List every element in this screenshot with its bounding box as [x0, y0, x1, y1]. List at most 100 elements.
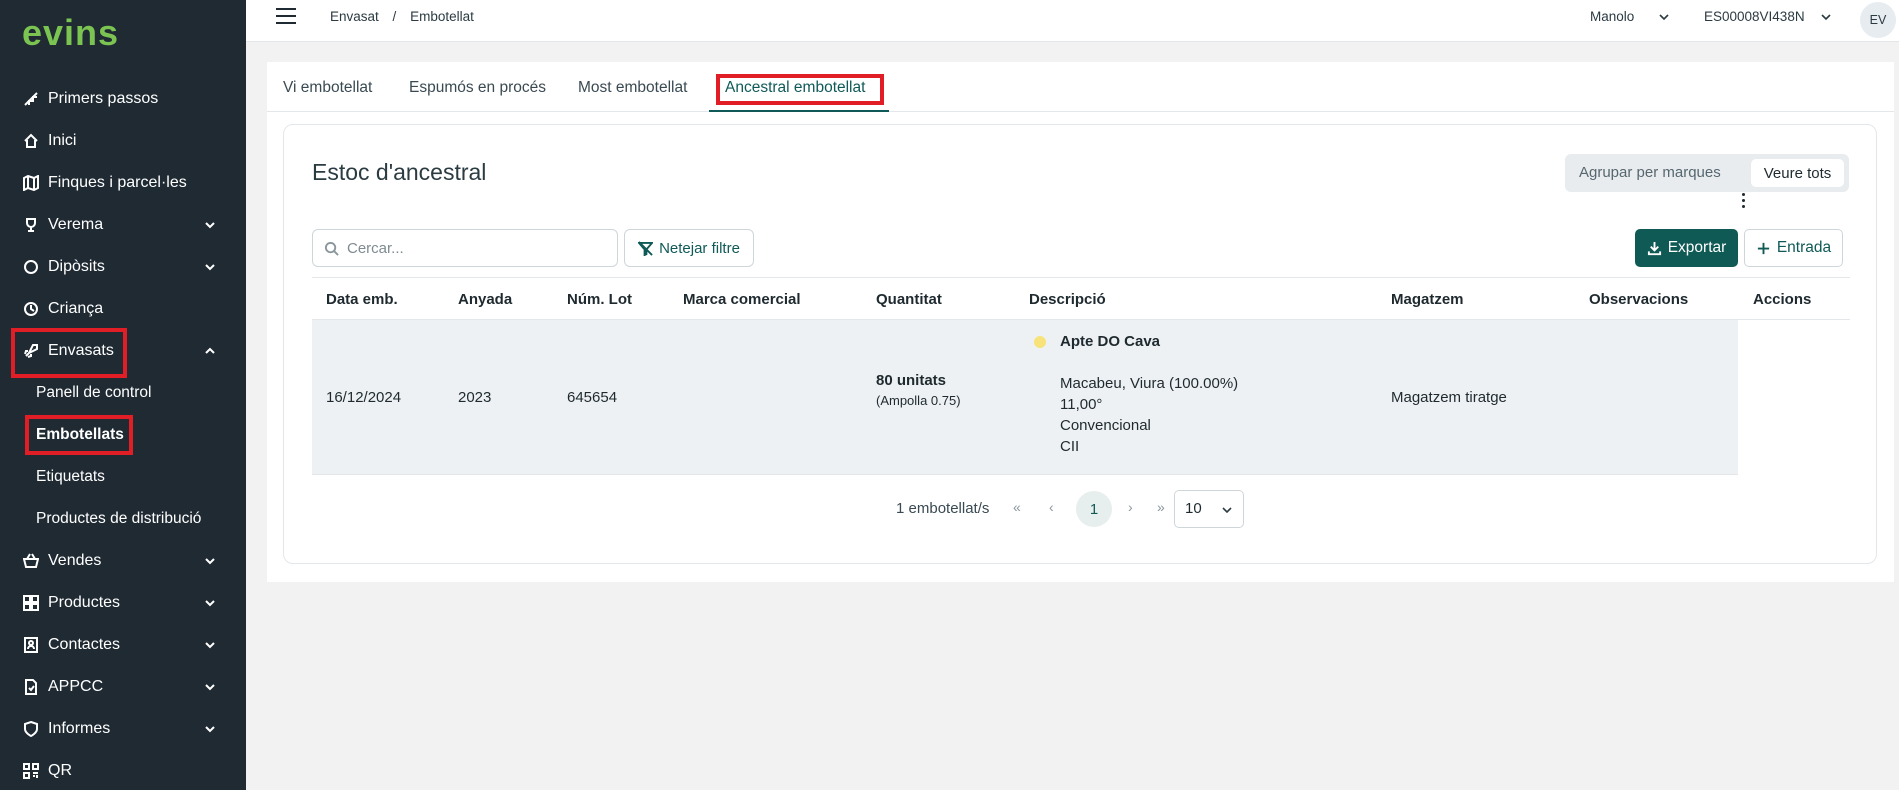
first-page-button[interactable]: «: [1013, 499, 1021, 515]
sidebar-item-productes[interactable]: Productes: [0, 582, 246, 624]
sidebar-item-label: Contactes: [48, 636, 121, 653]
chevron-down-icon[interactable]: [1658, 10, 1670, 28]
column-header-notes[interactable]: Observacions: [1589, 291, 1688, 308]
chevron-down-icon: [204, 260, 216, 272]
last-page-button[interactable]: »: [1157, 499, 1165, 515]
chevron-down-icon: [204, 680, 216, 692]
page-1-button[interactable]: 1: [1076, 491, 1112, 527]
sidebar: evins Primers passos Inici Finques i par…: [0, 0, 246, 790]
row-actions-menu-icon[interactable]: [1742, 193, 1746, 209]
main-card: Vi embotellat Espumós en procés Most emb…: [267, 62, 1894, 582]
active-tab-indicator: [709, 110, 889, 112]
topbar: Envasat / Embotellat Manolo ES00008VI438…: [246, 0, 1899, 42]
prev-page-button[interactable]: ‹: [1049, 499, 1054, 515]
search-field: [312, 229, 618, 267]
export-label: Exportar: [1667, 239, 1727, 256]
sidebar-item-crianca[interactable]: Criança: [0, 288, 246, 330]
next-page-button[interactable]: ›: [1128, 499, 1133, 515]
cell-description-title: Apte DO Cava: [1060, 333, 1161, 350]
highlight-embotellats: [25, 415, 133, 455]
sidebar-item-label: Vendes: [48, 552, 102, 569]
home-icon: [22, 132, 40, 150]
sidebar-item-finques[interactable]: Finques i parcel·les: [0, 162, 246, 204]
page-size-select[interactable]: 10: [1174, 490, 1244, 528]
download-icon: [1647, 241, 1661, 255]
add-entry-button[interactable]: Entrada: [1744, 229, 1843, 267]
grid-icon: [22, 594, 40, 612]
search-input[interactable]: [347, 238, 607, 258]
sidebar-subitem-etiquetats[interactable]: Etiquetats: [0, 456, 246, 498]
toggle-view-all[interactable]: Veure tots: [1751, 159, 1844, 187]
document-icon: [22, 678, 40, 696]
steps-icon: [22, 90, 40, 108]
cell-description-code: CII: [1060, 438, 1080, 455]
column-header-brand[interactable]: Marca comercial: [683, 291, 801, 308]
cell-date: 16/12/2024: [326, 389, 402, 406]
tab-vi-embotellat[interactable]: Vi embotellat: [283, 79, 372, 97]
column-header-year[interactable]: Anyada: [458, 291, 512, 308]
cell-quantity-unit: (Ampolla 0.75): [876, 393, 961, 408]
stock-panel: Estoc d'ancestral Agrupar per marques Ve…: [283, 124, 1877, 564]
table-row[interactable]: 16/12/2024 2023 645654 80 unitats (Ampol…: [312, 320, 1850, 475]
company-code-selector[interactable]: ES00008VI438N: [1704, 9, 1805, 24]
highlight-tab: [716, 74, 884, 105]
chevron-down-icon[interactable]: [1820, 10, 1832, 28]
sidebar-item-label: Dipòsits: [48, 258, 105, 275]
cell-year: 2023: [458, 389, 492, 406]
sidebar-item-primers-passos[interactable]: Primers passos: [0, 78, 246, 120]
sidebar-item-inici[interactable]: Inici: [0, 120, 246, 162]
clock-icon: [22, 300, 40, 318]
sidebar-item-label: Inici: [48, 132, 77, 149]
breadcrumb-item-embotellat: Embotellat: [410, 9, 474, 24]
cell-quantity: 80 unitats: [876, 372, 947, 389]
sidebar-item-contactes[interactable]: Contactes: [0, 624, 246, 666]
sidebar-item-qr[interactable]: QR: [0, 750, 246, 790]
tab-espumos-en-proces[interactable]: Espumós en procés: [409, 79, 546, 97]
sidebar-item-label: Criança: [48, 300, 104, 317]
column-header-description[interactable]: Descripció: [1029, 291, 1106, 308]
table-header: Data emb. Anyada Núm. Lot Marca comercia…: [312, 277, 1850, 320]
sidebar-item-label: QR: [48, 762, 72, 779]
column-header-quantity[interactable]: Quantitat: [876, 291, 942, 308]
trophy-icon: [22, 216, 40, 234]
column-header-date[interactable]: Data emb.: [326, 291, 398, 308]
sidebar-item-verema[interactable]: Verema: [0, 204, 246, 246]
toggle-group-by-brand[interactable]: Agrupar per marques: [1579, 164, 1721, 181]
chevron-down-icon: [204, 722, 216, 734]
avatar[interactable]: EV: [1860, 2, 1896, 38]
sidebar-item-label: Informes: [48, 720, 111, 737]
sidebar-item-diposits[interactable]: Dipòsits: [0, 246, 246, 288]
sidebar-item-label: APPCC: [48, 678, 104, 695]
sidebar-item-informes[interactable]: Informes: [0, 708, 246, 750]
sidebar-item-label: Finques i parcel·les: [48, 174, 187, 191]
sidebar-item-label: Verema: [48, 216, 104, 233]
filter-off-icon: [638, 240, 654, 256]
clear-filter-label: Netejar filtre: [659, 239, 740, 257]
plus-icon: [1757, 242, 1769, 254]
status-dot: [1034, 336, 1046, 348]
breadcrumb-item-envasat[interactable]: Envasat: [330, 9, 379, 24]
export-button[interactable]: Exportar: [1635, 229, 1738, 267]
chevron-down-icon: [204, 596, 216, 608]
sidebar-subitem-panell[interactable]: Panell de control: [0, 372, 246, 414]
menu-icon[interactable]: [276, 8, 296, 26]
column-header-warehouse[interactable]: Magatzem: [1391, 291, 1464, 308]
chevron-down-icon: [204, 218, 216, 230]
view-toggle: Agrupar per marques Veure tots: [1565, 154, 1849, 192]
contacts-icon: [22, 636, 40, 654]
shield-icon: [22, 720, 40, 738]
cell-warehouse: Magatzem tiratge: [1391, 389, 1507, 406]
sidebar-item-appcc[interactable]: APPCC: [0, 666, 246, 708]
tab-most-embotellat[interactable]: Most embotellat: [578, 79, 687, 97]
column-header-lot[interactable]: Núm. Lot: [567, 291, 632, 308]
logo[interactable]: evins: [22, 12, 119, 54]
sidebar-item-label: Productes: [48, 594, 121, 611]
sidebar-item-label: Primers passos: [48, 90, 159, 107]
qr-icon: [22, 762, 40, 780]
sidebar-subitem-productes-distribucio[interactable]: Productes de distribució: [0, 498, 246, 540]
tab-bar: Vi embotellat Espumós en procés Most emb…: [267, 62, 1894, 112]
chevron-down-icon: [1222, 507, 1232, 514]
sidebar-item-vendes[interactable]: Vendes: [0, 540, 246, 582]
clear-filter-button[interactable]: Netejar filtre: [624, 229, 754, 267]
user-selector[interactable]: Manolo: [1590, 9, 1634, 24]
